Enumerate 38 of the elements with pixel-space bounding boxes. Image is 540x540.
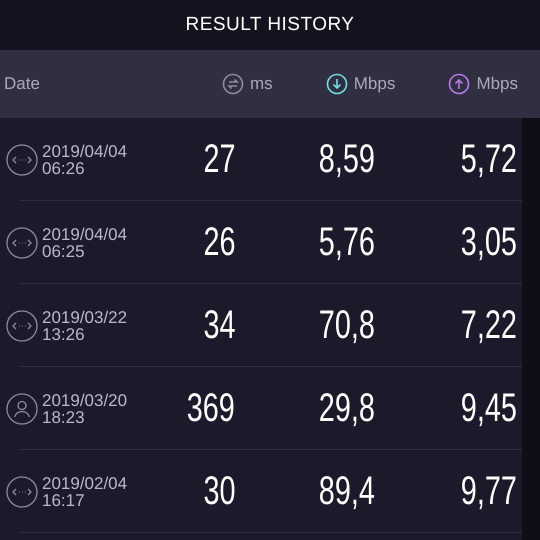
ping-icon: [222, 73, 244, 95]
date-text: 2019/04/04: [42, 142, 128, 160]
ping-value: 27: [202, 139, 235, 179]
download-icon: [326, 73, 348, 95]
column-label: ms: [250, 73, 273, 96]
ping-value: 30: [202, 471, 235, 511]
column-label: Mbps: [354, 73, 396, 96]
download-value: 29,8: [318, 388, 375, 428]
column-label: Date: [4, 74, 40, 93]
person-icon: [6, 392, 38, 424]
upload-value: 7,22: [460, 305, 517, 345]
ping-value: 369: [186, 388, 235, 428]
connections-icon: [6, 476, 38, 508]
date-text: 2019/02/04: [42, 474, 128, 492]
screen-title: RESULT HISTORY: [186, 12, 354, 37]
connections-icon: [6, 144, 38, 176]
column-label: Mbps: [476, 73, 518, 96]
download-value: 89,4: [318, 471, 375, 511]
date-text: 2019/04/04: [42, 226, 128, 242]
upload-value: 9,77: [460, 471, 517, 511]
connections-icon: [6, 226, 38, 258]
connections-icon: [6, 310, 38, 342]
time-text: 16:17: [42, 492, 86, 508]
date-text: 2019/03/20: [42, 392, 128, 408]
time-text: 06:26: [42, 160, 86, 176]
date-text: 2019/03/22: [42, 308, 128, 326]
time-text: 18:23: [42, 408, 86, 426]
upload-value: 3,05: [460, 222, 517, 262]
time-text: 06:25: [42, 242, 86, 260]
download-value: 70,8: [318, 305, 375, 345]
upload-value: 9,45: [460, 388, 517, 428]
upload-value: 5,72: [460, 139, 517, 179]
ping-value: 26: [202, 222, 235, 262]
download-value: 8,59: [318, 139, 375, 179]
ping-value: 34: [202, 305, 235, 345]
upload-icon: [448, 73, 470, 95]
download-value: 5,76: [318, 222, 375, 262]
time-text: 13:26: [42, 326, 86, 342]
